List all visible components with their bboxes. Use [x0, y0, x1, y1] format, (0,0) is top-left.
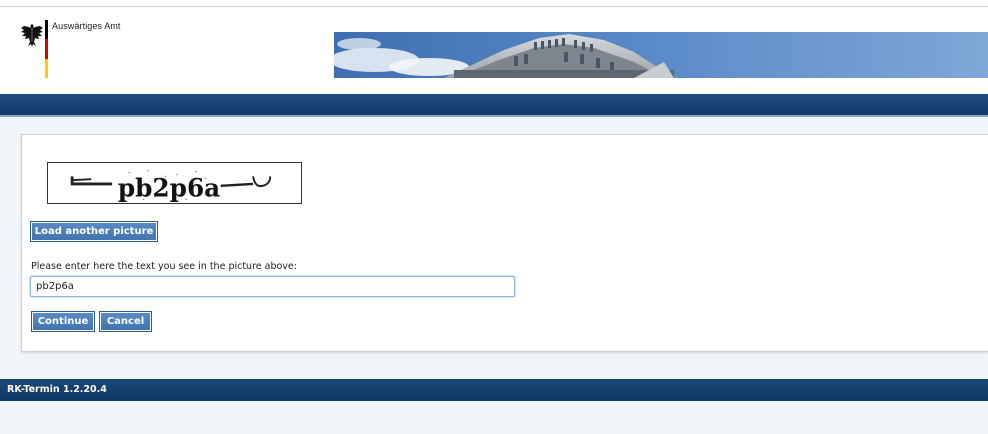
- captcha-text: pb2p6a: [118, 173, 220, 202]
- footer-bar: [0, 379, 988, 401]
- federal-eagle-icon: [21, 24, 43, 47]
- cancel-button[interactable]: Cancel: [99, 311, 152, 332]
- load-another-picture-button[interactable]: Load another picture: [30, 221, 158, 242]
- captcha-image: pb2p6a: [47, 162, 302, 204]
- footer-version: RK-Termin 1.2.20.4: [7, 384, 107, 395]
- continue-button[interactable]: Continue: [31, 311, 95, 332]
- captcha-answer-input[interactable]: [30, 276, 515, 297]
- flag-stripe: [45, 20, 48, 78]
- header-bar: [0, 94, 988, 115]
- top-rule: [0, 6, 988, 7]
- footer-background: [0, 401, 988, 434]
- header-banner-image: [334, 32, 988, 78]
- ministry-name: Auswärtiges Amt: [52, 21, 121, 31]
- captcha-prompt-label: Please enter here the text you see in th…: [31, 261, 297, 272]
